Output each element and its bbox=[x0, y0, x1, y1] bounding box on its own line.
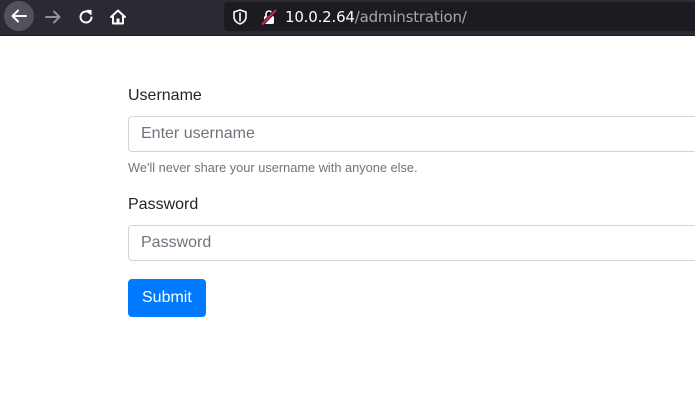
submit-button[interactable]: Submit bbox=[128, 279, 206, 317]
username-input[interactable] bbox=[128, 116, 695, 152]
reload-button[interactable] bbox=[71, 3, 101, 31]
url-text[interactable]: 10.0.2.64/adminstration/ bbox=[285, 8, 467, 26]
url-path: /adminstration/ bbox=[354, 8, 467, 26]
shield-icon[interactable] bbox=[232, 9, 248, 25]
insecure-lock-icon[interactable] bbox=[261, 9, 277, 25]
arrow-right-icon bbox=[44, 8, 62, 26]
username-label: Username bbox=[128, 87, 202, 104]
home-icon bbox=[109, 8, 127, 26]
home-button[interactable] bbox=[103, 3, 133, 31]
back-button[interactable] bbox=[4, 1, 34, 31]
arrow-left-icon bbox=[10, 7, 28, 25]
browser-toolbar: 10.0.2.64/adminstration/ bbox=[0, 0, 695, 36]
password-input[interactable] bbox=[128, 225, 695, 261]
forward-button[interactable] bbox=[38, 3, 68, 31]
reload-icon bbox=[77, 8, 95, 26]
url-host: 10.0.2.64 bbox=[285, 8, 355, 26]
username-help-text: We'll never share your username with any… bbox=[128, 160, 418, 175]
password-label: Password bbox=[128, 196, 199, 213]
url-bar[interactable]: 10.0.2.64/adminstration/ bbox=[224, 2, 695, 31]
